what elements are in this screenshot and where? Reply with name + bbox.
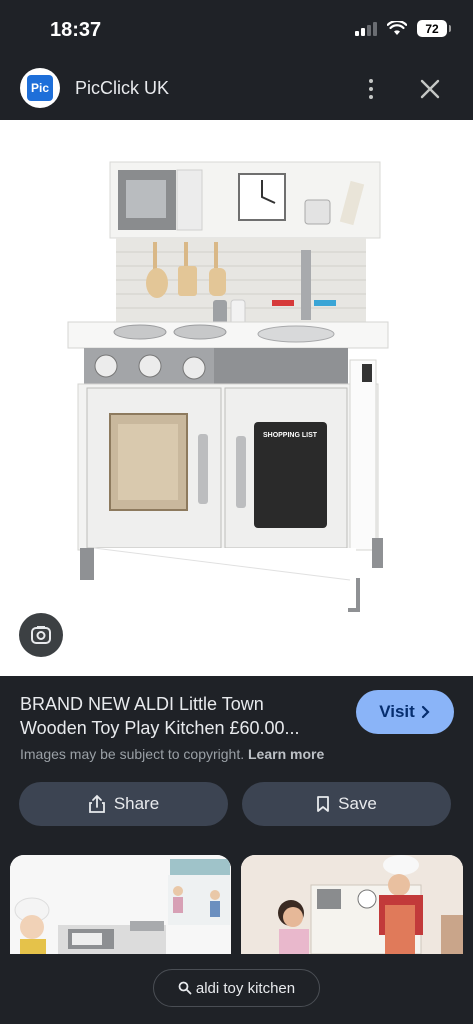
close-icon [420,79,440,99]
close-button[interactable] [415,74,445,104]
related-image-1[interactable] [10,855,231,954]
copyright-notice: Images may be subject to copyright. Lear… [20,746,324,762]
result-title-line1: BRAND NEW ALDI Little Town [20,694,264,714]
more-vert-icon [369,79,373,83]
search-query-text: aldi toy kitchen [195,979,296,997]
copyright-text: Images may be subject to copyright. [20,746,245,762]
app-bar: Pic PicClick UK [0,62,473,120]
related-image-1-picture [10,855,231,954]
site-logo-text: Pic [27,75,53,101]
product-image[interactable]: SHOPPING LIST [0,120,473,676]
share-icon [88,794,105,813]
chalkboard-text: SHOPPING LIST [263,432,318,439]
result-title[interactable]: BRAND NEW ALDI Little Town Wooden Toy Pl… [20,692,350,740]
save-label: Save [338,794,377,813]
visit-button[interactable]: Visit [356,690,454,734]
battery-icon: 72 [417,20,451,37]
bookmark-icon [317,796,330,812]
save-button[interactable]: Save [242,782,451,826]
status-time: 18:37 [50,19,102,41]
status-bar: 18:37 72 [0,0,473,62]
site-name: PicClick UK [75,78,170,98]
site-logo: Pic [20,68,60,108]
lens-icon [31,626,51,644]
wifi-icon [387,21,407,35]
search-query-chip[interactable]: aldi toy kitchen [153,969,320,1007]
related-image-2[interactable] [241,855,463,954]
learn-more-link[interactable]: Learn more [248,746,324,762]
status-icons: 72 [355,20,451,37]
play-kitchen-image: SHOPPING LIST [67,161,389,612]
share-button[interactable]: Share [19,782,228,826]
bottom-bar: aldi toy kitchen [0,954,473,1024]
search-icon [178,981,192,995]
chevron-right-icon [421,705,430,719]
lens-search-button[interactable] [19,613,63,657]
result-title-line2: Wooden Toy Play Kitchen £60.00... [20,718,300,738]
visit-label: Visit [379,702,415,721]
share-label: Share [113,794,160,813]
cellular-signal-icon [355,21,377,36]
more-options-button[interactable] [358,74,384,104]
related-images [0,855,473,954]
related-image-2-picture [241,855,463,954]
